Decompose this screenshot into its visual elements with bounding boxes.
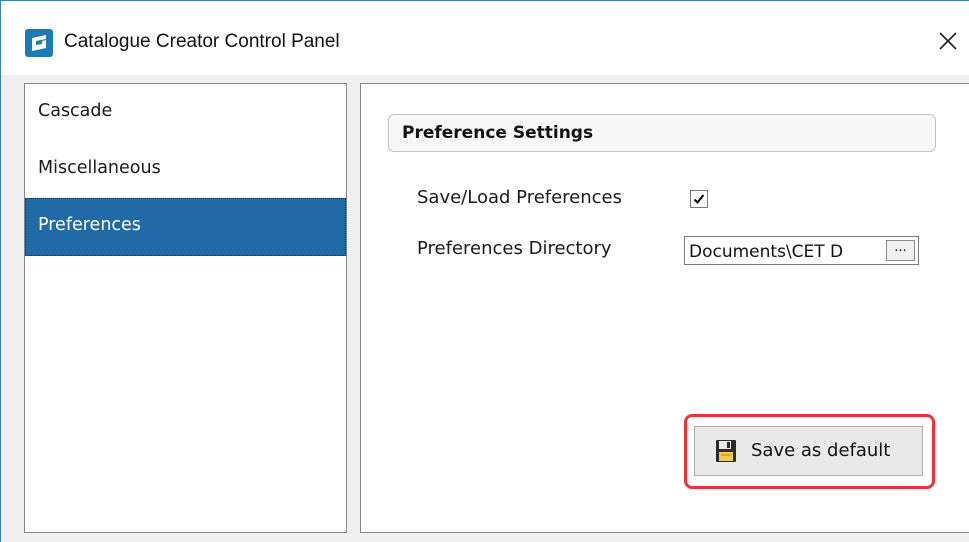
sidebar-item-label: Miscellaneous xyxy=(38,158,161,178)
browse-button[interactable]: ... xyxy=(886,240,915,261)
category-list[interactable]: Cascade Miscellaneous Preferences xyxy=(24,83,347,533)
save-load-preferences-label: Save/Load Preferences xyxy=(417,187,623,208)
save-as-default-label: Save as default xyxy=(751,440,891,461)
save-as-default-button[interactable]: Save as default xyxy=(694,426,923,476)
title-bar: Catalogue Creator Control Panel xyxy=(1,1,969,75)
sidebar-item-miscellaneous[interactable]: Miscellaneous xyxy=(25,141,346,199)
sidebar-item-label: Cascade xyxy=(38,101,113,121)
directory-value: Documents\CET D xyxy=(689,242,844,262)
close-icon xyxy=(939,32,957,50)
close-button[interactable] xyxy=(925,21,969,61)
window-title: Catalogue Creator Control Panel xyxy=(64,31,340,52)
section-title: Preference Settings xyxy=(402,123,594,143)
section-header: Preference Settings xyxy=(388,114,936,152)
checkmark-icon xyxy=(693,194,705,205)
sidebar-item-label: Preferences xyxy=(38,215,141,235)
sidebar-item-cascade[interactable]: Cascade xyxy=(25,84,346,142)
save-load-preferences-checkbox[interactable] xyxy=(690,190,708,208)
app-icon xyxy=(25,29,53,57)
control-panel-window: Catalogue Creator Control Panel Cascade … xyxy=(0,0,969,542)
preferences-directory-field[interactable]: Documents\CET D ... xyxy=(684,236,919,265)
preferences-directory-label: Preferences Directory xyxy=(417,238,612,259)
preferences-panel: Preference Settings Save/Load Preference… xyxy=(360,83,969,533)
sidebar-item-preferences[interactable]: Preferences xyxy=(25,198,346,256)
floppy-disk-icon xyxy=(716,440,736,462)
